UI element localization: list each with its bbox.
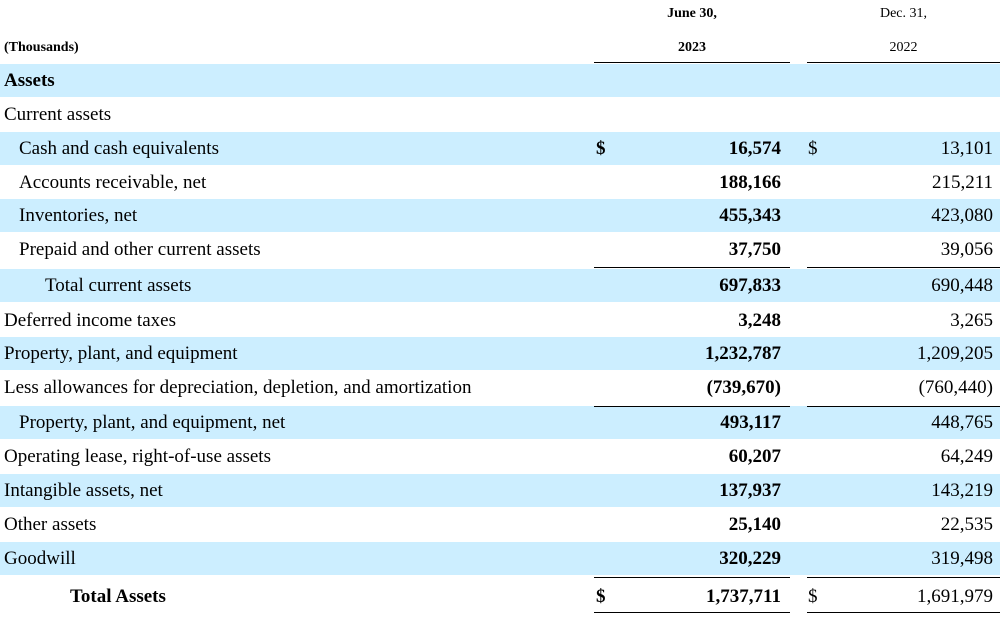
value-2023: 60,207	[728, 446, 781, 467]
row-label: Accounts receivable, net	[19, 172, 207, 193]
table-row: Assets	[0, 64, 1000, 97]
table-row: Property, plant, and equipment 1,232,787 1…	[0, 337, 1000, 370]
row-label: Prepaid and other current assets	[19, 239, 261, 260]
table-row: Cash and cash equivalents $ $16,574 13,101	[0, 132, 1000, 165]
col-2022-header-line1: Dec. 31,	[879, 6, 928, 21]
row-label: Cash and cash equivalents	[19, 138, 219, 159]
value-2023: 25,140	[728, 514, 781, 535]
table-row: Operating lease, right-of-use assets 60,2…	[0, 440, 1000, 473]
header-underline-2023	[594, 62, 790, 63]
units-label: (Thousands)	[4, 40, 79, 55]
value-2023: 188,166	[719, 172, 781, 193]
value-2022: 690,448	[931, 275, 993, 296]
row-label: Current assets	[4, 104, 112, 125]
value-2022: 423,080	[931, 205, 993, 226]
value-2023: 1,232,787	[705, 343, 781, 364]
table-row: Less allowances for depreciation, deplet…	[0, 371, 1000, 404]
value-2023: 493,117	[720, 412, 781, 433]
value-2023: 3,248	[738, 310, 781, 331]
value-2023: (739,670)	[706, 377, 781, 398]
col-2023-header-line2: 2023	[678, 40, 706, 55]
value-2022: 39,056	[940, 239, 993, 260]
value-2022: 22,535	[940, 514, 993, 535]
row-label: Total current assets	[45, 275, 192, 296]
total-top-rule-2022	[807, 577, 1000, 578]
value-2023: 455,343	[719, 205, 781, 226]
table-row: Inventories, net 455,343 423,080	[0, 199, 1000, 232]
row-label: Deferred income taxes	[4, 310, 176, 331]
table-row: Deferred income taxes 3,248 3,265	[0, 304, 1000, 337]
table-row: Accounts receivable, net 188,166 215,211	[0, 166, 1000, 199]
table-row: Total Assets $ $1,737,711 1,691,979	[0, 580, 1000, 613]
value-2023: 320,229	[719, 548, 781, 569]
table-row: Current assets	[0, 98, 1000, 131]
currency-symbol-2023: $	[596, 138, 606, 159]
value-2022: 64,249	[940, 446, 993, 467]
balance-sheet: June 30, Dec. 31, (Thousands) 2023 2022 …	[0, 0, 1000, 619]
value-2022: (760,440)	[918, 377, 993, 398]
col-2023-header-line1: June 30,	[667, 6, 717, 21]
value-2023: 1,737,711	[706, 586, 781, 607]
table-row: Other assets 25,140 22,535	[0, 508, 1000, 541]
row-label: Inventories, net	[19, 205, 138, 226]
row-label: Assets	[4, 70, 55, 91]
header-underline-2022	[807, 62, 1000, 63]
row-label: Goodwill	[4, 548, 76, 569]
value-2022: 448,765	[931, 412, 993, 433]
value-2023: 37,750	[728, 239, 781, 260]
value-2022: 215,211	[931, 172, 993, 193]
currency-symbol-2022: $	[808, 138, 818, 159]
row-label: Other assets	[4, 514, 97, 535]
value-2022: 1,691,979	[917, 586, 993, 607]
row-label: Property, plant, and equipment	[4, 343, 238, 364]
row-label: Operating lease, right-of-use assets	[4, 446, 271, 467]
subtotal-rule-2022	[807, 267, 1000, 268]
subtotal-rule-2023	[594, 267, 790, 268]
ppe-rule-2022	[807, 406, 1000, 407]
value-2023: 137,937	[719, 480, 781, 501]
total-bottom-rule-2022	[807, 612, 1000, 613]
value-2022: 1,209,205	[917, 343, 993, 364]
value-2023: 697,833	[719, 275, 781, 296]
total-bottom-rule-2023	[594, 612, 790, 613]
ppe-rule-2023	[594, 406, 790, 407]
value-2023: 16,574	[728, 138, 781, 159]
currency-symbol-2022: $	[808, 586, 818, 607]
table-row: Property, plant, and equipment, net 493,1…	[0, 406, 1000, 439]
table-row: Prepaid and other current assets 37,750 39…	[0, 233, 1000, 266]
value-2022: 13,101	[940, 138, 993, 159]
value-2022: 3,265	[950, 310, 993, 331]
row-label: Property, plant, and equipment, net	[19, 412, 286, 433]
table-row: Intangible assets, net 137,937 143,219	[0, 474, 1000, 507]
value-2022: 319,498	[931, 548, 993, 569]
total-top-rule-2023	[594, 577, 790, 578]
row-label: Intangible assets, net	[4, 480, 163, 501]
currency-symbol-2023: $	[596, 586, 606, 607]
value-2022: 143,219	[931, 480, 993, 501]
col-2022-header-line2: 2022	[889, 40, 918, 55]
table-row: Goodwill 320,229 319,498	[0, 542, 1000, 575]
row-label: Less allowances for depreciation, deplet…	[4, 377, 472, 398]
row-label: Total Assets	[70, 586, 166, 607]
table-row: Total current assets 697,833 690,448	[0, 269, 1000, 302]
